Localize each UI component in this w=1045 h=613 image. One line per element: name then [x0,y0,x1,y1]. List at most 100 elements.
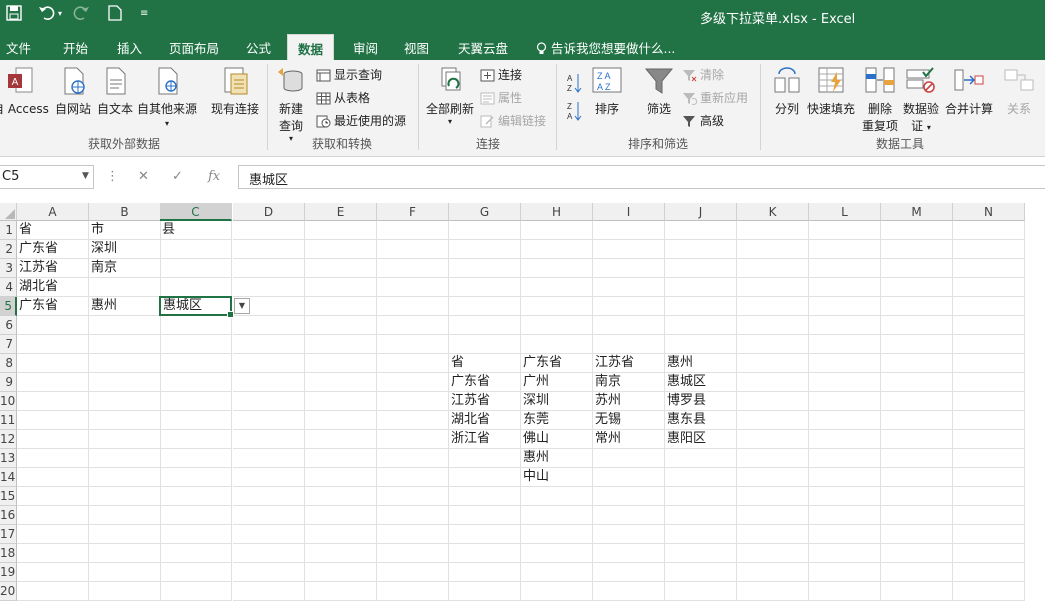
cell-h20[interactable] [521,582,593,601]
consolidate-button[interactable]: 合并计算 [945,66,993,117]
cell-b10[interactable] [89,392,161,411]
cell-j20[interactable] [665,582,737,601]
cell-a3[interactable]: 江苏省 [17,259,89,278]
cell-c20[interactable] [160,582,232,601]
cell-c1[interactable]: 县 [160,221,232,240]
cell-e4[interactable] [305,278,377,297]
cell-l20[interactable] [809,582,881,601]
cell-i12[interactable]: 常州 [593,430,665,449]
cell-l19[interactable] [809,563,881,582]
cell-i13[interactable] [593,449,665,468]
cell-d3[interactable] [233,259,305,278]
cell-d18[interactable] [233,544,305,563]
cell-n6[interactable] [953,316,1025,335]
cell-g18[interactable] [449,544,521,563]
column-header-l[interactable]: L [809,203,881,221]
clear-filter-button[interactable]: 清除 [682,66,724,83]
cell-h19[interactable] [521,563,593,582]
cell-i5[interactable] [593,297,665,316]
column-header-a[interactable]: A [17,203,89,221]
cell-e16[interactable] [305,506,377,525]
cell-e12[interactable] [305,430,377,449]
cell-g16[interactable] [449,506,521,525]
cell-d1[interactable] [233,221,305,240]
cell-l13[interactable] [809,449,881,468]
cell-c19[interactable] [160,563,232,582]
row-header-2[interactable]: 2 [0,240,17,259]
cell-h2[interactable] [521,240,593,259]
row-header-7[interactable]: 7 [0,335,17,354]
cell-d8[interactable] [233,354,305,373]
advanced-filter-button[interactable]: 高级 [682,112,724,129]
cell-h16[interactable] [521,506,593,525]
cell-e5[interactable] [305,297,377,316]
row-header-9[interactable]: 9 [0,373,17,392]
cell-f8[interactable] [377,354,449,373]
cell-j11[interactable]: 惠东县 [665,411,737,430]
cell-f14[interactable] [377,468,449,487]
cell-g14[interactable] [449,468,521,487]
cell-d20[interactable] [233,582,305,601]
redo-icon[interactable] [72,5,90,25]
cell-j12[interactable]: 惠阳区 [665,430,737,449]
cell-h7[interactable] [521,335,593,354]
row-header-18[interactable]: 18 [0,544,17,563]
cell-c16[interactable] [160,506,232,525]
cell-m3[interactable] [881,259,953,278]
cell-m1[interactable] [881,221,953,240]
cell-g1[interactable] [449,221,521,240]
cell-i16[interactable] [593,506,665,525]
cell-h4[interactable] [521,278,593,297]
cell-a12[interactable] [17,430,89,449]
cell-n5[interactable] [953,297,1025,316]
cell-h12[interactable]: 佛山 [521,430,593,449]
cell-j10[interactable]: 博罗县 [665,392,737,411]
cell-e19[interactable] [305,563,377,582]
cell-f6[interactable] [377,316,449,335]
cell-b1[interactable]: 市 [89,221,161,240]
column-header-j[interactable]: J [665,203,737,221]
cell-j6[interactable] [665,316,737,335]
from-web-button[interactable]: 自网站 [55,66,91,117]
cell-f4[interactable] [377,278,449,297]
cell-g12[interactable]: 浙江省 [449,430,521,449]
cell-n18[interactable] [953,544,1025,563]
cell-d19[interactable] [233,563,305,582]
cell-i1[interactable] [593,221,665,240]
tab-home[interactable]: 开始 [63,38,88,57]
cell-e14[interactable] [305,468,377,487]
cell-l16[interactable] [809,506,881,525]
cell-c9[interactable] [160,373,232,392]
from-other-sources-button[interactable]: 自其他来源 ▾ [137,66,197,128]
name-box[interactable]: C5 [0,165,94,189]
cell-l12[interactable] [809,430,881,449]
cell-m2[interactable] [881,240,953,259]
cell-d4[interactable] [233,278,305,297]
column-header-h[interactable]: H [521,203,593,221]
cell-l3[interactable] [809,259,881,278]
cell-e9[interactable] [305,373,377,392]
cell-i6[interactable] [593,316,665,335]
cell-i14[interactable] [593,468,665,487]
cancel-entry-icon[interactable]: ✕ [138,169,149,184]
cell-a6[interactable] [17,316,89,335]
cell-d15[interactable] [233,487,305,506]
cell-k11[interactable] [737,411,809,430]
cell-i15[interactable] [593,487,665,506]
cell-g10[interactable]: 江苏省 [449,392,521,411]
sort-button[interactable]: Z AA Z 排序 [591,66,623,117]
cell-b15[interactable] [89,487,161,506]
cell-n11[interactable] [953,411,1025,430]
cell-d11[interactable] [233,411,305,430]
properties-button[interactable]: 属性 [480,89,522,106]
cell-n2[interactable] [953,240,1025,259]
cell-m17[interactable] [881,525,953,544]
cell-l5[interactable] [809,297,881,316]
cell-n12[interactable] [953,430,1025,449]
cell-l9[interactable] [809,373,881,392]
connections-button[interactable]: 连接 [480,66,522,83]
cell-b11[interactable] [89,411,161,430]
tell-me-box[interactable]: 告诉我您想要做什么... [536,38,675,57]
row-header-17[interactable]: 17 [0,525,17,544]
cell-c3[interactable] [160,259,232,278]
